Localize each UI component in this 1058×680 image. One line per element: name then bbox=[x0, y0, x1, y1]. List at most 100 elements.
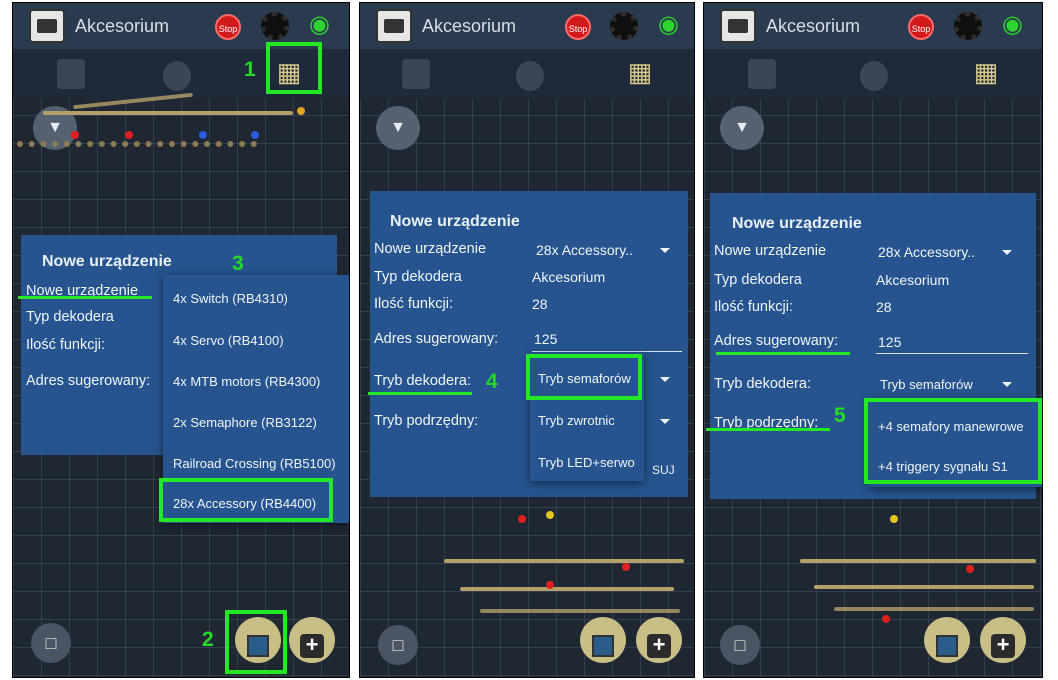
plus-icon[interactable]: + bbox=[980, 617, 1026, 663]
function-count-value: 28 bbox=[532, 296, 548, 312]
gear-icon[interactable] bbox=[610, 12, 638, 40]
dialog-title: Nowe urządzenie bbox=[390, 213, 520, 230]
add-device-icon[interactable] bbox=[924, 617, 970, 663]
gear-icon[interactable] bbox=[954, 12, 982, 40]
turnout-icon[interactable]: ▦ bbox=[626, 57, 654, 87]
suggested-address-input[interactable]: 125 bbox=[534, 331, 557, 347]
address-field-underline bbox=[532, 351, 682, 352]
device-select-label: Nowe urządzenie bbox=[714, 243, 827, 259]
menu-item-switch[interactable]: 4x Switch (RB4310) bbox=[173, 291, 349, 306]
menu-item-servo[interactable]: 4x Servo (RB4100) bbox=[173, 333, 349, 348]
app-title: Akcesorium bbox=[766, 16, 861, 36]
decoder-type-value: Akcesorium bbox=[876, 272, 950, 288]
chevron-down-icon[interactable] bbox=[1002, 382, 1012, 387]
signal-light bbox=[966, 565, 974, 573]
chevron-down-icon[interactable] bbox=[660, 248, 670, 253]
chevron-down-icon[interactable]: ▼ bbox=[376, 106, 420, 150]
signal-light bbox=[199, 131, 207, 139]
highlight-underline-device bbox=[18, 296, 152, 299]
decoder-type-value: Akcesorium bbox=[532, 269, 606, 285]
locomotive-icon[interactable] bbox=[748, 59, 776, 89]
step-number: 5 bbox=[834, 404, 846, 427]
chevron-down-icon[interactable] bbox=[660, 419, 670, 424]
highlight-underline-sub-mode bbox=[706, 428, 830, 431]
chevron-down-icon[interactable] bbox=[1002, 250, 1012, 255]
decoder-mode-label: Tryb dekodera: bbox=[374, 373, 471, 389]
function-count-label: Ilość funkcji: bbox=[374, 296, 453, 312]
track-segment bbox=[43, 111, 293, 115]
track-segment bbox=[460, 587, 674, 591]
suggested-address-input[interactable]: 125 bbox=[878, 334, 901, 350]
wifi-icon: ◉ bbox=[309, 11, 330, 38]
lock-icon[interactable]: □ bbox=[720, 625, 760, 665]
function-count-value: 28 bbox=[876, 299, 892, 315]
step-number: 3 bbox=[232, 252, 244, 275]
stop-icon[interactable]: Stop bbox=[908, 14, 934, 40]
decoder-mode-value[interactable]: Tryb semaforów bbox=[880, 377, 973, 392]
signal-light bbox=[125, 131, 133, 139]
cycle-icon[interactable] bbox=[163, 61, 191, 91]
device-select-value[interactable]: 28x Accessory.. bbox=[536, 242, 633, 258]
app-bar: Akcesorium Stop ◉ bbox=[704, 3, 1042, 49]
suggested-address-label: Adres sugerowany: bbox=[374, 331, 499, 347]
address-field-underline bbox=[876, 353, 1028, 354]
panel-step-1: Akcesorium Stop ◉ ▦ ▼ Nowe urządzenie No… bbox=[12, 2, 350, 678]
track-segment bbox=[834, 607, 1034, 611]
track-row bbox=[17, 141, 257, 147]
highlight-add-device bbox=[225, 610, 287, 674]
menu-item-turnout-mode[interactable]: Tryb zwrotnic bbox=[538, 413, 644, 428]
cycle-icon[interactable] bbox=[860, 61, 888, 91]
signal-light bbox=[890, 515, 898, 523]
step-number: 1 bbox=[244, 58, 256, 81]
gear-icon[interactable] bbox=[261, 12, 289, 40]
panel-step-2: Akcesorium Stop ◉ ▦ ▼ Nowe urządzenie No… bbox=[359, 2, 695, 678]
signal-light bbox=[518, 515, 526, 523]
locomotive-icon[interactable] bbox=[402, 59, 430, 89]
signal-light bbox=[546, 511, 554, 519]
dialog-title: Nowe urządzenie bbox=[42, 253, 172, 270]
locomotive-icon[interactable] bbox=[57, 59, 85, 89]
partial-button-text[interactable]: SUJ bbox=[652, 463, 675, 477]
signal-light bbox=[622, 563, 630, 571]
highlight-underline-address bbox=[716, 352, 850, 355]
suggested-address-label: Adres sugerowany: bbox=[26, 373, 151, 389]
decoder-type-label: Typ dekodera bbox=[26, 309, 114, 325]
decoder-mode-label: Tryb dekodera: bbox=[714, 376, 811, 392]
chevron-down-icon[interactable] bbox=[660, 377, 670, 382]
menu-item-led-servo-mode[interactable]: Tryb LED+serwo bbox=[538, 455, 644, 470]
track-segment bbox=[444, 559, 684, 563]
signal-light bbox=[251, 131, 259, 139]
device-select-value[interactable]: 28x Accessory.. bbox=[878, 244, 975, 260]
stop-icon[interactable]: Stop bbox=[565, 14, 591, 40]
cycle-icon[interactable] bbox=[516, 61, 544, 91]
decoder-type-label: Typ dekodera bbox=[374, 269, 462, 285]
function-count-label: Ilość funkcji: bbox=[26, 337, 105, 353]
plus-icon[interactable]: + bbox=[289, 617, 335, 663]
wifi-icon: ◉ bbox=[1002, 11, 1023, 38]
menu-item-mtb-motors[interactable]: 4x MTB motors (RB4300) bbox=[173, 374, 349, 389]
device-select-label: Nowe urządzenie bbox=[374, 241, 487, 257]
function-count-label: Ilość funkcji: bbox=[714, 299, 793, 315]
signal-light bbox=[71, 131, 79, 139]
lock-icon[interactable]: □ bbox=[378, 625, 418, 665]
plus-icon[interactable]: + bbox=[636, 617, 682, 663]
lock-icon[interactable]: □ bbox=[31, 623, 71, 663]
add-device-icon[interactable] bbox=[580, 617, 626, 663]
chevron-down-icon[interactable]: ▼ bbox=[720, 106, 764, 150]
app-logo-icon bbox=[376, 9, 412, 43]
menu-item-semaphore[interactable]: 2x Semaphore (RB3122) bbox=[173, 415, 349, 430]
panel-step-3: Akcesorium Stop ◉ ▦ ▼ Nowe urządzenie No… bbox=[703, 2, 1043, 678]
signal-light bbox=[882, 615, 890, 623]
app-title: Akcesorium bbox=[75, 16, 170, 36]
app-logo-icon bbox=[29, 9, 65, 43]
step-number: 2 bbox=[202, 628, 214, 651]
dialog-title: Nowe urządzenie bbox=[732, 215, 862, 232]
highlight-semaphore-mode-option bbox=[526, 354, 642, 400]
stop-icon[interactable]: Stop bbox=[215, 14, 241, 40]
highlight-accessory-option bbox=[159, 478, 333, 522]
turnout-icon[interactable]: ▦ bbox=[972, 57, 1000, 87]
app-logo-icon bbox=[720, 9, 756, 43]
decoder-type-label: Typ dekodera bbox=[714, 272, 802, 288]
highlight-sub-mode-options bbox=[864, 398, 1042, 484]
menu-item-railroad-crossing[interactable]: Railroad Crossing (RB5100) bbox=[173, 456, 349, 471]
